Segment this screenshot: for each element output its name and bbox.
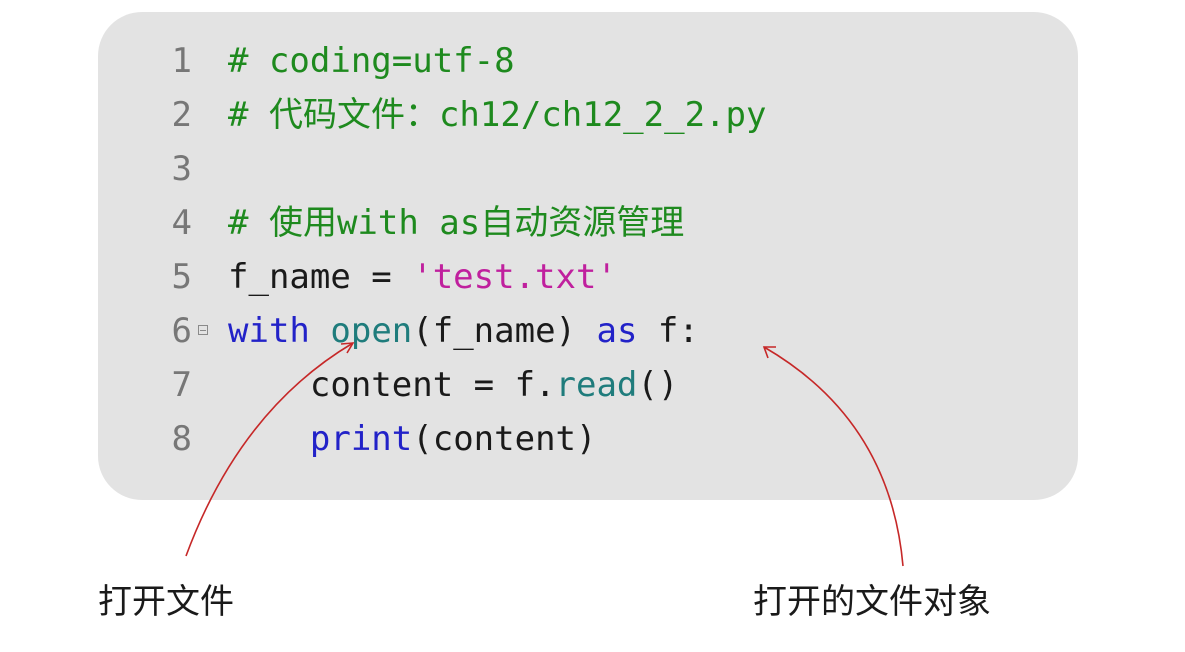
arrow-open-file [185, 342, 354, 557]
callout-file-object-label: 打开的文件对象 [753, 582, 991, 622]
arrow-open-file-head [340, 342, 355, 354]
arrow-file-object [763, 346, 904, 567]
callout-arrows [185, 342, 904, 567]
callout-open-file-label: 打开文件 [98, 582, 234, 622]
